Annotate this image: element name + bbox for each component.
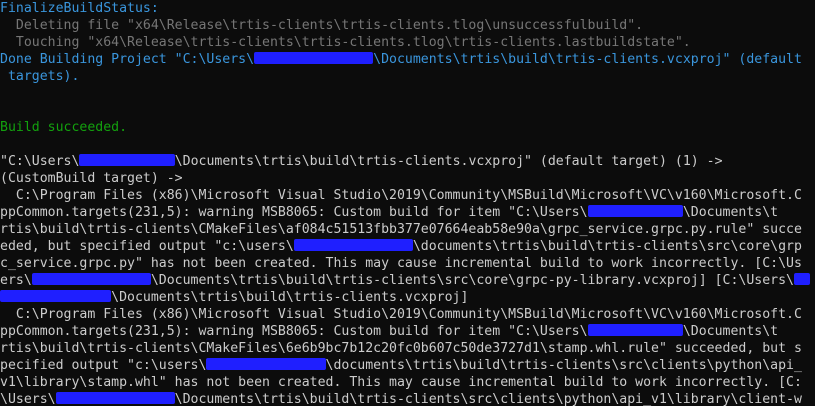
- console-text: pecified output "c:\users\: [0, 358, 207, 373]
- console-text: \Documents\t: [682, 324, 779, 339]
- console-text: \documents\trtis\build\trtis-clients\src…: [325, 358, 802, 373]
- console-line: Deleting file "x64\Release\trtis-clients…: [0, 17, 815, 34]
- console-text: \Users\: [0, 392, 56, 406]
- console-text: "C:\Users\: [0, 154, 80, 169]
- console-text: Done Building Project "C:\Users\: [0, 52, 255, 67]
- console-text: (CustomBuild target) ->: [0, 171, 183, 186]
- console-line: rtis\build\trtis-clients\CMakeFiles\6e6b…: [0, 340, 815, 357]
- console-line: Touching "x64\Release\trtis-clients\trti…: [0, 34, 815, 51]
- console-text: \Documents\trtis\build\trtis-clients\src…: [150, 273, 794, 288]
- console-line: ppCommon.targets(231,5): warning MSB8065…: [0, 204, 815, 221]
- redaction-mark: xxxxxxxxxxxx: [587, 205, 683, 217]
- console-text: ppCommon.targets(231,5): warning MSB8065…: [0, 205, 588, 220]
- redaction-mark: xxxxxxxxxxxxxxx: [254, 52, 374, 64]
- console-output: FinalizeBuildStatus: Deleting file "x64\…: [0, 0, 815, 406]
- console-line: ers\xxxxxxxxxxxxxxx\Documents\trtis\buil…: [0, 272, 815, 289]
- console-line: pecified output "c:\users\xxxxxxxxxxxxxx…: [0, 357, 815, 374]
- console-line: FinalizeBuildStatus:: [0, 0, 815, 17]
- console-text: v1\library\stamp.whl" has not been creat…: [0, 375, 802, 390]
- redaction-mark: xxxxxxxxxxxxxx: [0, 290, 112, 302]
- console-text: Deleting file "x64\Release\trtis-clients…: [0, 18, 644, 33]
- console-text: C:\Program Files (x86)\Microsoft Visual …: [0, 188, 802, 203]
- console-line: \Users\xxxxxxxxxxxxxxx\Documents\trtis\b…: [0, 391, 815, 406]
- console-text: FinalizeBuildStatus:: [0, 1, 159, 16]
- console-line: eded, but specified output "c:\users\xxx…: [0, 238, 815, 255]
- console-text: \Documents\trtis\build\trtis-clients\src…: [174, 392, 802, 406]
- console-text: targets).: [0, 69, 80, 84]
- console-text: rtis\build\trtis-clients\CMakeFiles\af08…: [0, 222, 802, 237]
- console-line: C:\Program Files (x86)\Microsoft Visual …: [0, 306, 815, 323]
- console-text: c_service.grpc.py" has not been created.…: [0, 256, 802, 271]
- console-text: eded, but specified output "c:\users\: [0, 239, 294, 254]
- console-line: xxxxxxxxxxxxxx\Documents\trtis\build\trt…: [0, 289, 815, 306]
- redaction-mark: xxxxxxxxxxxxxxx: [55, 392, 175, 404]
- console-line: (CustomBuild target) ->: [0, 170, 815, 187]
- redaction-mark: xxxxxxxxxxxx: [587, 324, 683, 336]
- console-line: Done Building Project "C:\Users\xxxxxxxx…: [0, 51, 815, 68]
- console-text: Build succeeded.: [0, 120, 128, 135]
- console-line: rtis\build\trtis-clients\CMakeFiles\af08…: [0, 221, 815, 238]
- redaction-mark: xxxxxxxxxxxxxxx: [31, 273, 151, 285]
- redaction-mark: xxxxxxxxxxxx: [79, 154, 175, 166]
- console-line: targets).: [0, 68, 815, 85]
- console-text: \documents\trtis\build\trtis-clients\src…: [412, 239, 802, 254]
- console-text: \Documents\trtis\build\trtis-clients.vcx…: [174, 154, 723, 169]
- console-text: \Documents\trtis\build\trtis-clients.vcx…: [373, 52, 802, 67]
- console-text: ers\: [0, 273, 32, 288]
- console-line: v1\library\stamp.whl" has not been creat…: [0, 374, 815, 391]
- console-line: ppCommon.targets(231,5): warning MSB8065…: [0, 323, 815, 340]
- redaction-mark: xxxxxxxxxxxxxxx: [206, 358, 326, 370]
- console-text: ppCommon.targets(231,5): warning MSB8065…: [0, 324, 588, 339]
- console-text: rtis\build\trtis-clients\CMakeFiles\6e6b…: [0, 341, 802, 356]
- console-line: Build succeeded.: [0, 119, 815, 136]
- console-text: C:\Program Files (x86)\Microsoft Visual …: [0, 307, 802, 322]
- console-text: \Documents\t: [682, 205, 779, 220]
- console-text: \Documents\trtis\build\trtis-clients.vcx…: [111, 290, 469, 305]
- console-line: "C:\Users\xxxxxxxxxxxx\Documents\trtis\b…: [0, 153, 815, 170]
- redaction-mark: xxxxxxxxxxxxxxx: [293, 239, 413, 251]
- console-text: Touching "x64\Release\trtis-clients\trti…: [0, 35, 691, 50]
- console-line: c_service.grpc.py" has not been created.…: [0, 255, 815, 272]
- redaction-mark: xx: [793, 273, 810, 285]
- console-line: C:\Program Files (x86)\Microsoft Visual …: [0, 187, 815, 204]
